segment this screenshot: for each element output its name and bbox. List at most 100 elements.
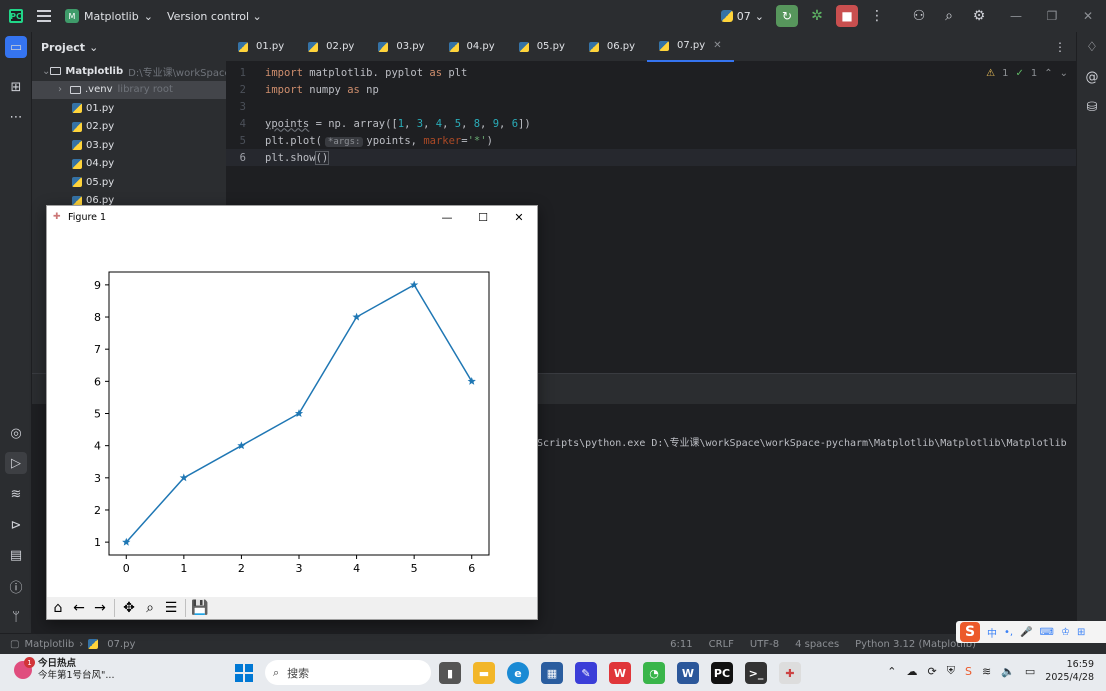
ime-toolbar[interactable]: S 中 •, 🎤 ⌨ ♔ ⊞ [956, 621, 1106, 643]
library-root-note: library root [117, 84, 173, 96]
taskbar-search[interactable]: ⌕ 搜索 [265, 660, 431, 685]
notifications-bell-icon[interactable]: ♢ [1081, 36, 1103, 58]
more-actions-icon[interactable]: ⋮ [866, 5, 888, 27]
tree-item-file[interactable]: 05.py [32, 173, 226, 192]
news-widget[interactable]: 1 今日热点 今年第1号台风"... [14, 657, 114, 682]
terminal-icon[interactable]: ▤ [5, 544, 27, 566]
pen-app-icon[interactable]: ✎ [575, 662, 597, 684]
skin-icon[interactable]: ♔ [1061, 627, 1070, 638]
main-menu-icon[interactable] [37, 10, 51, 22]
settings-gear-icon[interactable]: ⚙ [968, 5, 990, 27]
version-control-menu[interactable]: Version control ⌄ [167, 10, 262, 23]
figure-close-button[interactable]: ✕ [501, 206, 537, 228]
title-bar: PC M Matplotlib ⌄ Version control ⌄ 07 ⌄… [0, 0, 1106, 32]
tree-item-file[interactable]: 02.py [32, 118, 226, 137]
indent-setting[interactable]: 4 spaces [795, 639, 839, 650]
pan-icon[interactable]: ✥ [120, 599, 138, 617]
python-file-icon [659, 40, 670, 51]
search-icon[interactable]: ⌕ [938, 5, 960, 27]
punctuation-icon[interactable]: •, [1004, 627, 1013, 638]
tab-04[interactable]: 04.py [437, 32, 507, 62]
debug-icon[interactable]: ✲ [806, 5, 828, 27]
stop-button[interactable]: ■ [836, 5, 858, 27]
terminal-taskbar-icon[interactable]: >_ [745, 662, 767, 684]
git-icon[interactable]: ᛘ [5, 606, 27, 628]
tab-07-active[interactable]: 07.py ✕ [647, 32, 734, 62]
task-view-icon[interactable]: ▮ [439, 662, 461, 684]
tab-01[interactable]: 01.py [226, 32, 296, 62]
onedrive-icon[interactable]: ☁ [907, 665, 918, 678]
project-switcher[interactable]: M Matplotlib ⌄ [65, 9, 153, 23]
tab-05[interactable]: 05.py [507, 32, 577, 62]
breadcrumb[interactable]: ▢ Matplotlib › 07.py [10, 639, 135, 650]
home-icon[interactable]: ⌂ [49, 599, 67, 617]
rerun-button[interactable]: ↻ [776, 5, 798, 27]
services-icon[interactable]: ⊳ [5, 514, 27, 536]
python-packages-icon[interactable]: ◎ [5, 422, 27, 444]
matplotlib-figure-taskbar-icon[interactable]: ✚ [779, 662, 801, 684]
run-icon[interactable]: ▷ [5, 452, 27, 474]
zoom-icon[interactable]: ⌕ [141, 599, 159, 617]
word-icon[interactable]: W [677, 662, 699, 684]
forward-arrow-icon[interactable]: → [91, 599, 109, 617]
tab-02[interactable]: 02.py [296, 32, 366, 62]
line-separator[interactable]: CRLF [709, 639, 734, 650]
volume-icon[interactable]: 🔈 [1001, 665, 1015, 678]
windows-start-icon[interactable] [235, 664, 253, 682]
edge-browser-icon[interactable]: e [507, 662, 529, 684]
microphone-icon[interactable]: 🎤 [1020, 627, 1032, 638]
file-explorer-icon[interactable]: ▬ [473, 662, 495, 684]
close-tab-icon[interactable]: ✕ [713, 40, 721, 51]
tab-03[interactable]: 03.py [366, 32, 436, 62]
structure-icon[interactable]: ⊞ [5, 76, 27, 98]
x-tick-label: 1 [180, 562, 187, 575]
caret-position[interactable]: 6:11 [670, 639, 692, 650]
wifi-icon[interactable]: ≋ [982, 665, 991, 678]
run-config-selector[interactable]: 07 ⌄ [720, 10, 764, 23]
run-output-text[interactable]: Scripts\python.exe D:\专业课\workSpace\work… [537, 434, 1067, 449]
clock[interactable]: 16:59 2025/4/28 [1045, 658, 1094, 684]
python-file-icon [518, 41, 529, 52]
tree-item-file[interactable]: 04.py [32, 155, 226, 174]
tree-item-venv[interactable]: › .venv library root [32, 80, 226, 99]
save-icon[interactable]: 💾 [191, 599, 209, 617]
project-header[interactable]: Project ⌄ [32, 32, 226, 62]
ime-mode[interactable]: 中 [987, 625, 997, 640]
database-icon[interactable]: ⛁ [1081, 96, 1103, 118]
file-encoding[interactable]: UTF-8 [750, 639, 779, 650]
pycharm-taskbar-icon[interactable]: PC [711, 662, 733, 684]
back-arrow-icon[interactable]: ← [70, 599, 88, 617]
more-tools-icon[interactable]: ⋯ [5, 106, 27, 128]
battery-icon[interactable]: ▭ [1025, 665, 1035, 678]
sogou-tray-icon[interactable]: S [965, 665, 972, 678]
figure-maximize-button[interactable]: ☐ [465, 206, 501, 228]
security-icon[interactable]: ⛨ [947, 664, 955, 678]
figure-minimize-button[interactable]: — [429, 206, 465, 228]
minimize-button[interactable]: — [998, 0, 1034, 32]
layers-icon[interactable]: ≋ [5, 483, 27, 505]
wps-icon[interactable]: W [609, 662, 631, 684]
chevron-up-icon[interactable]: ⌃ [887, 665, 896, 678]
project-folder-icon[interactable]: ▭ [5, 36, 27, 58]
configure-subplots-icon[interactable]: ☰ [162, 599, 180, 617]
toolbar-separator [185, 599, 186, 617]
store-icon[interactable]: ▦ [541, 662, 563, 684]
tabs-more-icon[interactable]: ⋮ [1054, 40, 1066, 54]
restore-button[interactable]: ❐ [1034, 0, 1070, 32]
problems-icon[interactable]: ⓘ [5, 575, 27, 597]
tree-item-file[interactable]: 03.py [32, 136, 226, 155]
tree-item-file[interactable]: 01.py [32, 99, 226, 118]
tab-06[interactable]: 06.py [577, 32, 647, 62]
keyboard-icon[interactable]: ⌨ [1040, 627, 1054, 638]
apps-grid-icon[interactable]: ⊞ [1077, 627, 1085, 638]
wechat-icon[interactable]: ◔ [643, 662, 665, 684]
tree-root[interactable]: ⌄ Matplotlib D:\专业课\workSpace\w [32, 62, 226, 81]
close-button[interactable]: ✕ [1070, 0, 1106, 32]
ai-assistant-icon[interactable]: @ [1081, 66, 1103, 88]
figure-canvas[interactable]: 0 1 2 3 4 5 6 1 2 3 4 5 6 7 8 9 [47, 228, 537, 597]
sync-icon[interactable]: ⟳ [928, 665, 937, 678]
line-number: 3 [239, 100, 246, 113]
root-path: D:\专业课\workSpace\w [128, 67, 226, 79]
add-user-icon[interactable]: ⚇ [908, 5, 930, 27]
tab-label: 03.py [396, 41, 425, 52]
